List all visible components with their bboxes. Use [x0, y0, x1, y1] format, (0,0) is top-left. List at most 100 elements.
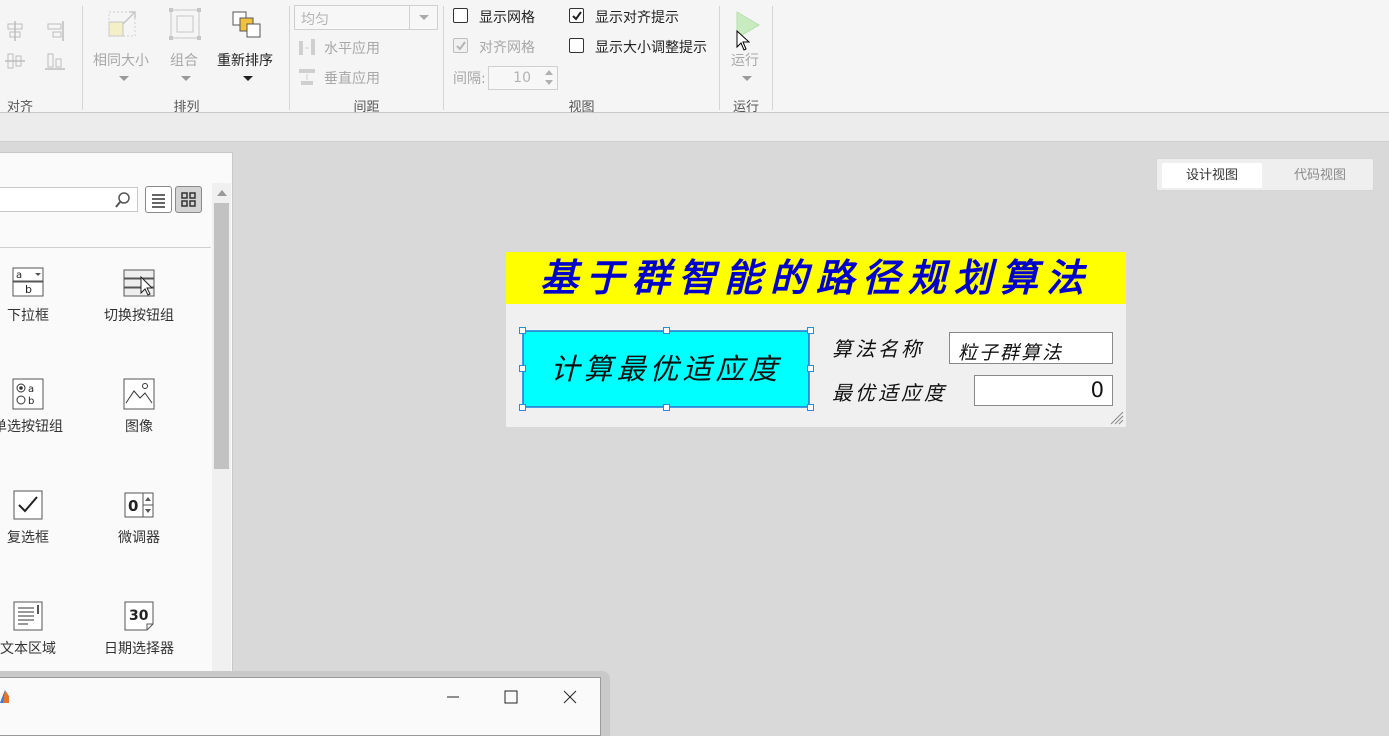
interval-spinner[interactable]: 10 [488, 66, 558, 90]
scroll-up-icon[interactable] [217, 190, 227, 196]
show-grid-checkbox[interactable] [453, 8, 468, 23]
library-item-label: 切换按钮组 [104, 308, 174, 324]
library-item-label: 单选按钮组 [0, 419, 63, 435]
resize-grip-icon[interactable] [1108, 409, 1124, 425]
run-button[interactable]: 运行 [731, 50, 759, 70]
toolstrip: 对齐 相同大小 组合 重新排序 排列 均匀 水平应用 垂直应用 间距 显示网格 … [0, 0, 1389, 115]
secondary-window[interactable] [0, 677, 601, 736]
grid-view-button[interactable] [175, 186, 202, 213]
apply-horizontal-button[interactable]: 水平应用 [324, 38, 380, 58]
group-icon [169, 8, 201, 40]
tab-code-view[interactable]: 代码视图 [1270, 163, 1370, 188]
date-picker-icon: 30 [124, 601, 154, 631]
image-icon [123, 378, 155, 410]
library-item-date-picker[interactable]: 30 日期选择器 [84, 600, 194, 670]
same-size-button[interactable]: 相同大小 [93, 50, 149, 70]
reorder-icon [232, 11, 261, 38]
resize-handle[interactable] [519, 327, 526, 334]
snap-grid-checkbox[interactable] [453, 38, 468, 53]
scrollbar-thumb[interactable] [214, 203, 229, 469]
library-item-text-area[interactable]: 文本区域 [0, 600, 83, 670]
radio-button-group-icon: ab [12, 378, 44, 410]
toggle-button-group-icon [123, 269, 155, 297]
show-align-hints-label: 显示对齐提示 [595, 10, 679, 26]
library-search-input[interactable] [0, 187, 138, 212]
interval-label: 间隔: [453, 71, 486, 87]
apply-vertical-button[interactable]: 垂直应用 [324, 68, 380, 88]
app-canvas[interactable]: 基于群智能的路径规划算法 计算最优适应度 算法名称 粒子群算法 最优适应度 0 [506, 252, 1126, 427]
dropdown-icon: ab [12, 267, 44, 297]
library-item-checkbox[interactable]: 复选框 [0, 489, 83, 559]
svg-text:b: b [28, 396, 34, 407]
section-separator [82, 6, 83, 110]
library-item-label: 文本区域 [0, 641, 56, 657]
app-title-label[interactable]: 基于群智能的路径规划算法 [506, 252, 1126, 304]
minimize-icon[interactable] [440, 686, 466, 708]
run-dropdown-caret[interactable] [742, 76, 752, 81]
align-middle-icon[interactable] [4, 50, 26, 72]
interval-value: 10 [513, 70, 531, 86]
matlab-icon [0, 690, 9, 703]
list-view-button[interactable] [145, 186, 172, 213]
library-item-label: 下拉框 [7, 308, 49, 324]
snap-grid-label: 对齐网格 [479, 40, 535, 56]
selection-outline [522, 330, 810, 408]
spinner-down-icon[interactable] [545, 80, 553, 85]
list-icon [152, 194, 165, 208]
text-area-icon [13, 601, 43, 631]
reorder-button[interactable]: 重新排序 [217, 50, 273, 70]
resize-handle[interactable] [807, 327, 814, 334]
show-resize-hints-checkbox[interactable] [569, 38, 584, 53]
ribbon-bottom-band [0, 113, 1389, 142]
align-bottom-icon[interactable] [44, 50, 66, 72]
distribution-select[interactable]: 均匀 [294, 5, 438, 30]
library-divider [0, 247, 211, 248]
resize-handle[interactable] [807, 365, 814, 372]
align-right-icon[interactable] [44, 20, 66, 42]
close-icon[interactable] [557, 686, 583, 708]
library-item-dropdown[interactable]: ab 下拉框 [0, 267, 83, 337]
best-fitness-field[interactable]: 0 [974, 375, 1113, 406]
resize-handle[interactable] [519, 365, 526, 372]
resize-handle[interactable] [663, 404, 670, 411]
section-separator [772, 6, 773, 110]
align-center-icon[interactable] [4, 20, 26, 42]
grid-icon [181, 192, 196, 207]
svg-text:30: 30 [129, 608, 149, 624]
algo-name-label[interactable]: 算法名称 [832, 333, 924, 362]
library-item-toggle-button-group[interactable]: 切换按钮组 [84, 267, 194, 337]
library-item-image[interactable]: 图像 [84, 378, 194, 448]
library-item-radio-button-group[interactable]: ab 单选按钮组 [0, 378, 83, 448]
tab-design-view[interactable]: 设计视图 [1162, 163, 1262, 188]
library-item-label: 日期选择器 [104, 641, 174, 657]
view-toggle: 设计视图 代码视图 [1156, 158, 1374, 191]
same-size-icon [108, 11, 136, 37]
reorder-dropdown-caret[interactable] [243, 76, 253, 81]
spinner-up-icon[interactable] [545, 70, 553, 75]
best-fitness-label[interactable]: 最优适应度 [832, 377, 947, 406]
maximize-icon[interactable] [498, 686, 524, 708]
horizontal-spacing-icon [299, 39, 315, 55]
section-separator [719, 6, 720, 110]
group-button[interactable]: 组合 [170, 50, 198, 70]
search-icon[interactable] [115, 192, 131, 208]
show-align-hints-checkbox[interactable] [569, 8, 584, 23]
group-dropdown-caret[interactable] [181, 76, 191, 81]
svg-text:b: b [25, 283, 32, 296]
resize-handle[interactable] [663, 327, 670, 334]
library-item-label: 图像 [125, 419, 153, 435]
chevron-down-icon[interactable] [409, 6, 437, 29]
library-item-spinner[interactable]: 0 微调器 [84, 489, 194, 559]
show-grid-label: 显示网格 [479, 10, 535, 26]
library-item-label: 微调器 [118, 530, 160, 546]
mouse-cursor-icon [736, 30, 750, 51]
resize-handle[interactable] [807, 404, 814, 411]
library-scrollbar[interactable] [212, 183, 231, 673]
section-separator [289, 6, 290, 110]
algo-name-field[interactable]: 粒子群算法 [949, 332, 1113, 364]
same-size-dropdown-caret[interactable] [119, 76, 129, 81]
library-item-label: 复选框 [7, 530, 49, 546]
distribution-value: 均匀 [301, 12, 329, 28]
component-library-panel: ab 下拉框 切换按钮组 ab 单选按钮组 图像 复选框 0 微调器 文本区域 … [0, 152, 233, 682]
resize-handle[interactable] [519, 404, 526, 411]
